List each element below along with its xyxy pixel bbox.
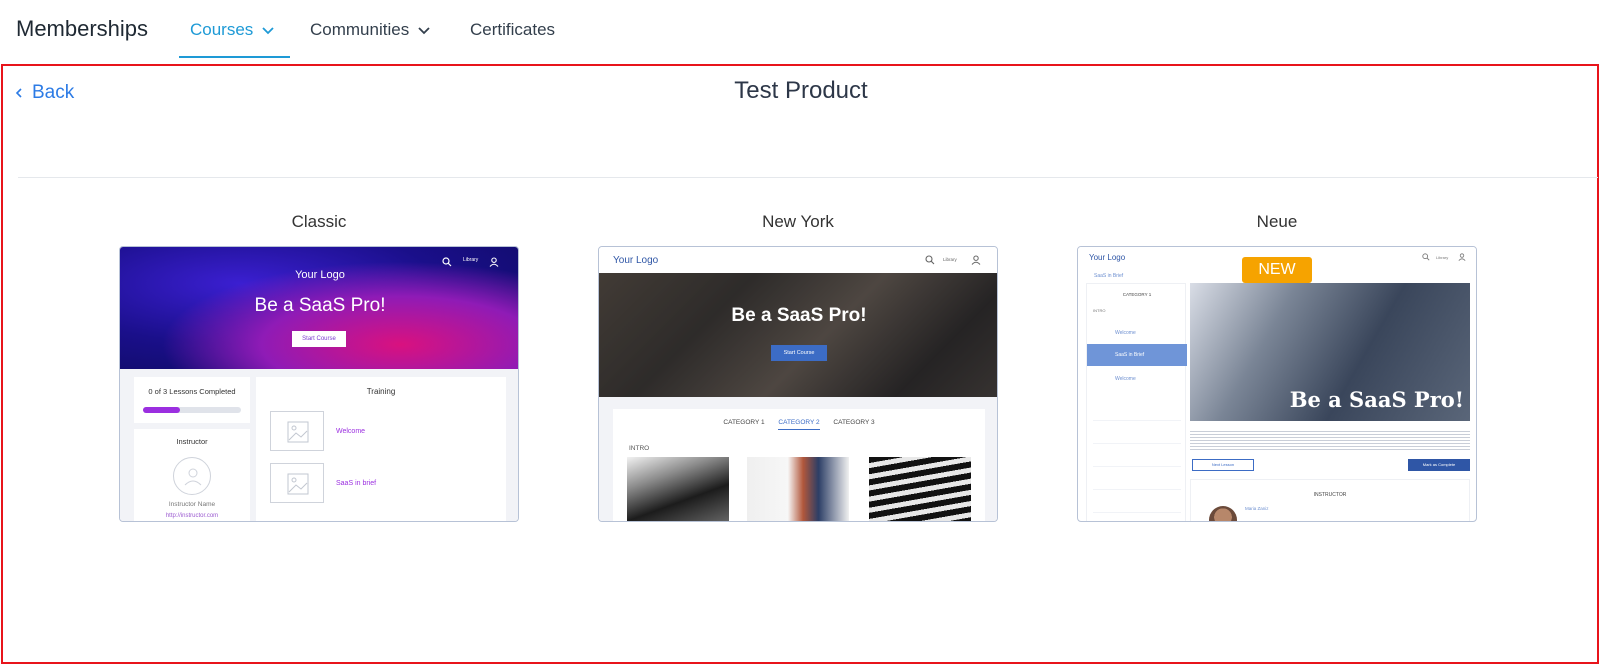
content-frame: Back Test Product Classic Library Your L… — [1, 64, 1599, 664]
breadcrumb: SaaS in Brief — [1094, 273, 1124, 279]
instructor-avatar — [1209, 506, 1237, 521]
user-icon — [1458, 253, 1466, 261]
search-icon — [442, 257, 452, 267]
theme-neue: Neue NEW Your Logo Library SaaS in Brief… — [1077, 212, 1477, 522]
section-label: INTRO — [629, 445, 650, 452]
progress-card: 0 of 3 Lessons Completed — [134, 377, 250, 423]
lesson-title: SaaS in brief — [336, 480, 377, 487]
image-placeholder-icon — [270, 411, 324, 451]
brand-title: Memberships — [16, 16, 149, 41]
category-tabs: CATEGORY 1 CATEGORY 2 CATEGORY 3 — [613, 419, 985, 430]
preview-body: 0 of 3 Lessons Completed Instructor Inst… — [120, 369, 518, 521]
avatar-placeholder-icon — [173, 457, 211, 495]
lesson-row: Welcome — [1115, 330, 1136, 336]
lesson-thumbnail — [747, 457, 849, 521]
tab-courses[interactable]: Courses — [190, 20, 275, 40]
category-tab-active: CATEGORY 2 — [778, 419, 820, 430]
next-lesson-button: Next Lesson — [1192, 459, 1254, 471]
instructor-heading: INSTRUCTOR — [1313, 492, 1347, 498]
search-icon — [925, 255, 935, 265]
instructor-name: Maria Zaniz — [1245, 506, 1269, 511]
tab-certificates[interactable]: Certificates — [470, 20, 555, 40]
category-tab: CATEGORY 1 — [723, 419, 765, 426]
lesson-content: Be a SaaS Pro! Next Lesson Mark as Compl… — [1190, 283, 1470, 521]
start-course-button: Start Course — [292, 331, 346, 347]
top-navigation: Memberships Courses Communities Certific… — [0, 0, 1600, 62]
tab-communities[interactable]: Communities — [310, 20, 431, 40]
theme-name: Neue — [1256, 212, 1298, 231]
lesson-row: Welcome — [1115, 376, 1136, 382]
lesson-thumbnail — [869, 457, 971, 521]
preview-logo: Your Logo — [613, 255, 659, 266]
preview-logo: Your Logo — [1089, 253, 1126, 262]
tab-communities-label: Communities — [310, 20, 410, 39]
mark-complete-button: Mark as Complete — [1408, 459, 1470, 471]
lesson-row-selected: SaaS in Brief — [1087, 344, 1187, 366]
lesson-list — [1093, 398, 1181, 518]
instructor-card: Instructor Instructor Name http://instru… — [134, 429, 250, 521]
instructor-heading: Instructor — [176, 437, 208, 446]
instructor-url: http://instructor.com — [165, 513, 219, 519]
image-placeholder-icon — [270, 463, 324, 503]
library-link: Library — [943, 257, 957, 262]
training-card: Training Welcome SaaS in brief — [256, 377, 506, 521]
user-icon — [971, 255, 981, 265]
active-tab-indicator — [179, 56, 290, 58]
theme-name: New York — [762, 212, 834, 231]
category-heading: CATEGORY 1 — [1122, 292, 1152, 297]
tab-courses-label: Courses — [190, 20, 254, 39]
preview-header: Your Logo Library — [599, 247, 997, 273]
training-heading: Training — [366, 387, 396, 396]
divider — [18, 177, 1598, 178]
user-icon — [489, 257, 499, 267]
new-badge: NEW — [1242, 257, 1312, 283]
progress-text: 0 of 3 Lessons Completed — [148, 387, 236, 396]
lesson-sidebar: CATEGORY 1 INTRO Welcome SaaS in Brief W… — [1086, 283, 1187, 521]
library-link: Library — [463, 257, 479, 263]
tab-certificates-label: Certificates — [470, 20, 556, 39]
search-icon — [1422, 253, 1430, 261]
progress-bar — [143, 407, 241, 413]
lesson-title: Welcome — [336, 428, 366, 435]
section-label: INTRO — [1093, 308, 1106, 313]
preview-headline: Be a SaaS Pro! — [731, 305, 867, 326]
preview-body: CATEGORY 1 CATEGORY 2 CATEGORY 3 INTRO — [599, 397, 997, 521]
theme-classic: Classic Library Your Logo Be a SaaS Pro!… — [119, 212, 519, 522]
hero-photo — [599, 273, 997, 397]
instructor-name: Instructor Name — [168, 501, 216, 508]
library-link: Library — [1436, 255, 1449, 260]
preview-headline: Be a SaaS Pro! — [1289, 387, 1464, 412]
chevron-down-icon — [418, 27, 430, 35]
category-panel: CATEGORY 1 CATEGORY 2 CATEGORY 3 INTRO — [613, 409, 985, 521]
start-course-button: Start Course — [771, 345, 827, 361]
theme-preview-classic[interactable]: Library Your Logo Be a SaaS Pro! Start C… — [119, 246, 519, 522]
lesson-thumbnail — [627, 457, 729, 521]
theme-name: Classic — [291, 212, 347, 231]
theme-new-york: New York Your Logo Library Be a SaaS Pro… — [598, 212, 998, 522]
preview-logo: Your Logo — [295, 269, 345, 281]
lesson-text — [1190, 429, 1470, 451]
page-title: Test Product — [734, 77, 868, 104]
progress-fill — [143, 407, 181, 413]
instructor-card: INSTRUCTOR Maria Zaniz — [1190, 479, 1470, 521]
chevron-down-icon — [262, 27, 274, 35]
theme-preview-neue[interactable]: NEW Your Logo Library SaaS in Brief CATE… — [1077, 246, 1477, 522]
theme-preview-new-york[interactable]: Your Logo Library Be a SaaS Pro! Start C… — [598, 246, 998, 522]
category-tab: CATEGORY 3 — [833, 419, 875, 426]
preview-headline: Be a SaaS Pro! — [254, 295, 386, 316]
